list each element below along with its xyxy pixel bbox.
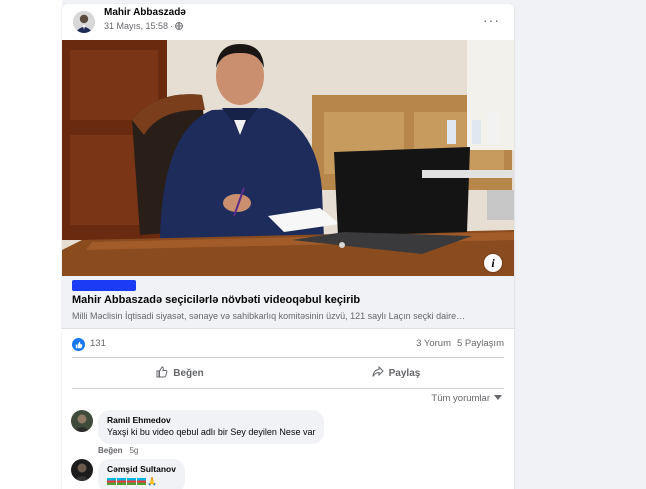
azerbaijan-flag-icon	[127, 478, 136, 486]
comment-bubble: Ramil Ehmedov Yaxşi ki bu video qebul ad…	[98, 410, 325, 444]
meta-separator: ·	[170, 21, 174, 31]
comment-time[interactable]: 5g	[129, 446, 138, 455]
reactions-bar: 131 3 Yorum 5 Paylaşım	[62, 332, 514, 356]
page: Mahir Abbaszadə 31 Mayıs, 15:58 · ··· i …	[0, 0, 646, 489]
post-photo[interactable]: i	[62, 40, 514, 276]
ellipsis-icon: ···	[483, 12, 500, 28]
praying-hands-icon: 🙏	[147, 477, 157, 487]
link-description: Milli Məclisin İqtisadi siyasət, sənaye …	[72, 311, 466, 321]
post-date[interactable]: 31 Mayıs, 15:58	[104, 21, 168, 31]
comment-author[interactable]: Ramil Ehmedov	[107, 415, 315, 426]
like-outline-icon	[156, 365, 168, 381]
post-header: Mahir Abbaszadə 31 Mayıs, 15:58 · ···	[62, 4, 514, 40]
link-preview[interactable]: Mahir Abbaszadə seçicilərlə növbəti vide…	[62, 276, 514, 329]
comment-count[interactable]: 3 Yorum	[416, 338, 451, 349]
engagement-counts: 3 Yorum 5 Paylaşım	[416, 338, 504, 349]
comment-bubble: Cəmşid Sultanov 🙏	[98, 459, 185, 489]
comment-author[interactable]: Cəmşid Sultanov	[107, 464, 176, 475]
like-button[interactable]: Beğen	[72, 358, 288, 388]
link-title[interactable]: Mahir Abbaszadə seçicilərlə növbəti vide…	[72, 294, 360, 306]
author-name[interactable]: Mahir Abbaszadə	[104, 7, 186, 18]
comment-actions: Beğen 5g	[98, 446, 138, 455]
comments-sort-label: Tüm yorumlar	[431, 393, 490, 404]
author-avatar[interactable]	[73, 11, 95, 33]
caret-down-icon	[494, 393, 502, 404]
comments-sort-dropdown[interactable]: Tüm yorumlar	[431, 393, 502, 404]
photo-illustration	[62, 40, 514, 276]
action-bar: Beğen Paylaş	[72, 357, 504, 389]
share-button[interactable]: Paylaş	[288, 358, 504, 388]
share-label: Paylaş	[388, 367, 421, 379]
commenter-avatar[interactable]	[71, 410, 93, 432]
comment-like-link[interactable]: Beğen	[98, 446, 122, 455]
commenter-avatar[interactable]	[71, 459, 93, 481]
like-label: Beğen	[173, 367, 204, 379]
azerbaijan-flag-icon	[107, 478, 116, 486]
info-button[interactable]: i	[484, 254, 502, 272]
globe-icon	[175, 22, 183, 30]
share-icon	[372, 365, 384, 381]
comment-text: Yaxşi ki bu video qebul adlı bir Sey dey…	[107, 427, 316, 437]
azerbaijan-flag-icon	[137, 478, 146, 486]
reaction-count[interactable]: 131	[90, 338, 106, 349]
comment-emoji: 🙏	[107, 475, 176, 488]
more-options-button[interactable]: ···	[483, 12, 500, 28]
share-count[interactable]: 5 Paylaşım	[457, 338, 504, 349]
post-card: Mahir Abbaszadə 31 Mayıs, 15:58 · ··· i …	[62, 4, 514, 489]
thumbs-up-icon[interactable]	[72, 338, 85, 351]
left-column	[0, 0, 62, 489]
redacted-source	[72, 280, 136, 291]
post-meta: 31 Mayıs, 15:58 ·	[104, 21, 183, 31]
azerbaijan-flag-icon	[117, 478, 126, 486]
